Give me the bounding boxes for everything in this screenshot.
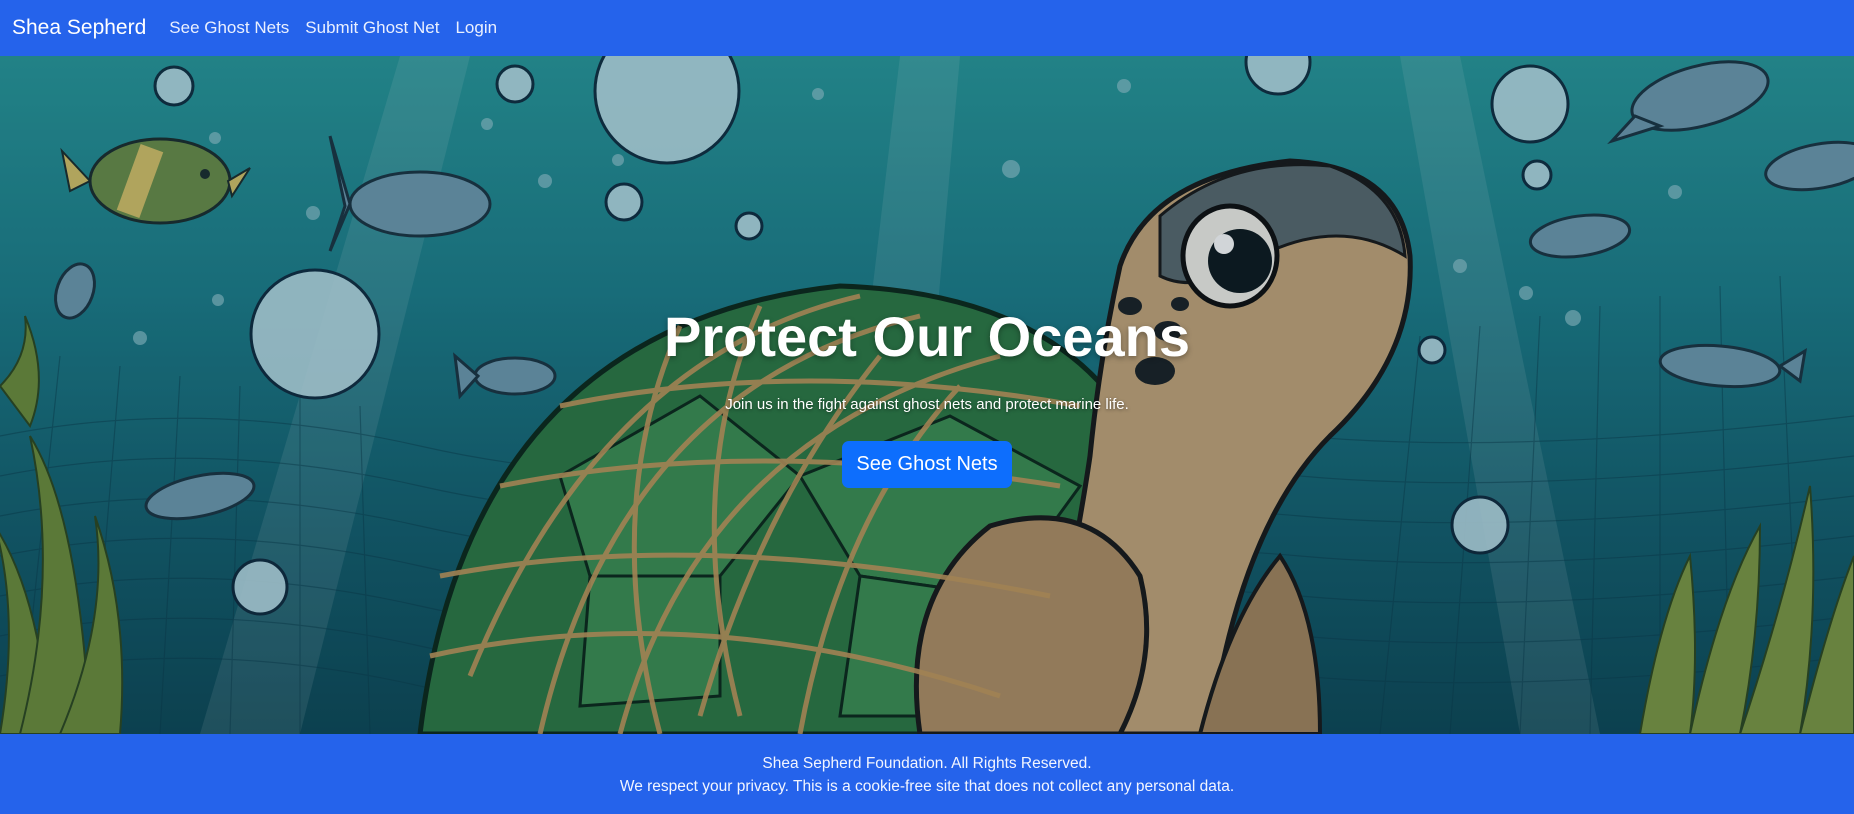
nav-link-see-ghost-nets[interactable]: See Ghost Nets (169, 18, 289, 38)
footer-privacy-notice: We respect your privacy. This is a cooki… (619, 778, 1235, 795)
hero-section: Protect Our Oceans Join us in the fight … (0, 56, 1854, 734)
footer-copyright: Shea Sepherd Foundation. All Rights Rese… (762, 755, 1092, 772)
hero-overlay (0, 56, 1854, 734)
see-ghost-nets-button[interactable]: See Ghost Nets (842, 441, 1012, 488)
hero-subtitle: Join us in the fight against ghost nets … (725, 396, 1129, 413)
brand-link[interactable]: Shea Sepherd (12, 16, 146, 40)
footer: Shea Sepherd Foundation. All Rights Rese… (0, 734, 1854, 814)
nav-link-submit-ghost-net[interactable]: Submit Ghost Net (305, 18, 439, 38)
top-navbar: Shea Sepherd See Ghost Nets Submit Ghost… (0, 0, 1854, 56)
nav-link-login[interactable]: Login (455, 18, 497, 38)
hero-title: Protect Our Oceans (664, 305, 1190, 368)
